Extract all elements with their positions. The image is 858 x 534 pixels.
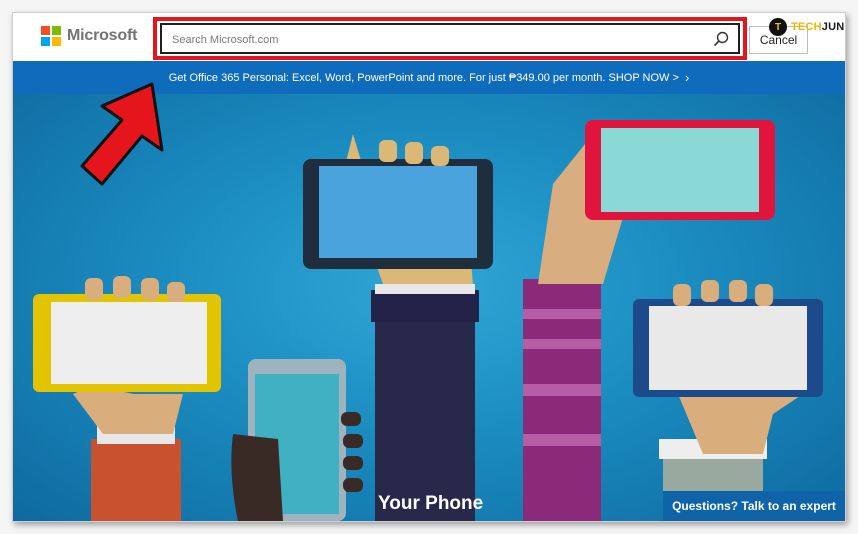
search-input[interactable] [170,28,714,52]
watermark-part1: TECH [791,21,822,33]
chevron-right-icon[interactable]: › [685,70,689,85]
hand-teal-phone [231,359,363,521]
hero-title: Your Phone [378,493,484,514]
microsoft-logo[interactable]: Microsoft [41,26,137,46]
talk-to-expert-button[interactable]: Questions? Talk to an expert [663,491,845,521]
search-box[interactable] [160,23,740,54]
microsoft-logo-icon [41,26,61,46]
brand-name: Microsoft [67,27,138,44]
techjunkie-watermark: T TECHJUNKIE [769,18,845,36]
techjunkie-logo-icon: T [769,18,787,36]
site-header: Microsoft Cancel T TECHJUNKIE [13,13,845,61]
search-icon[interactable] [712,30,730,48]
hand-navy-phone [633,280,823,521]
red-arrow-annotation-icon [80,82,164,186]
hand-yellow-phone [33,276,221,521]
watermark-part2: JUNKIE [821,21,845,33]
promo-text[interactable]: Get Office 365 Personal: Excel, Word, Po… [169,72,679,84]
